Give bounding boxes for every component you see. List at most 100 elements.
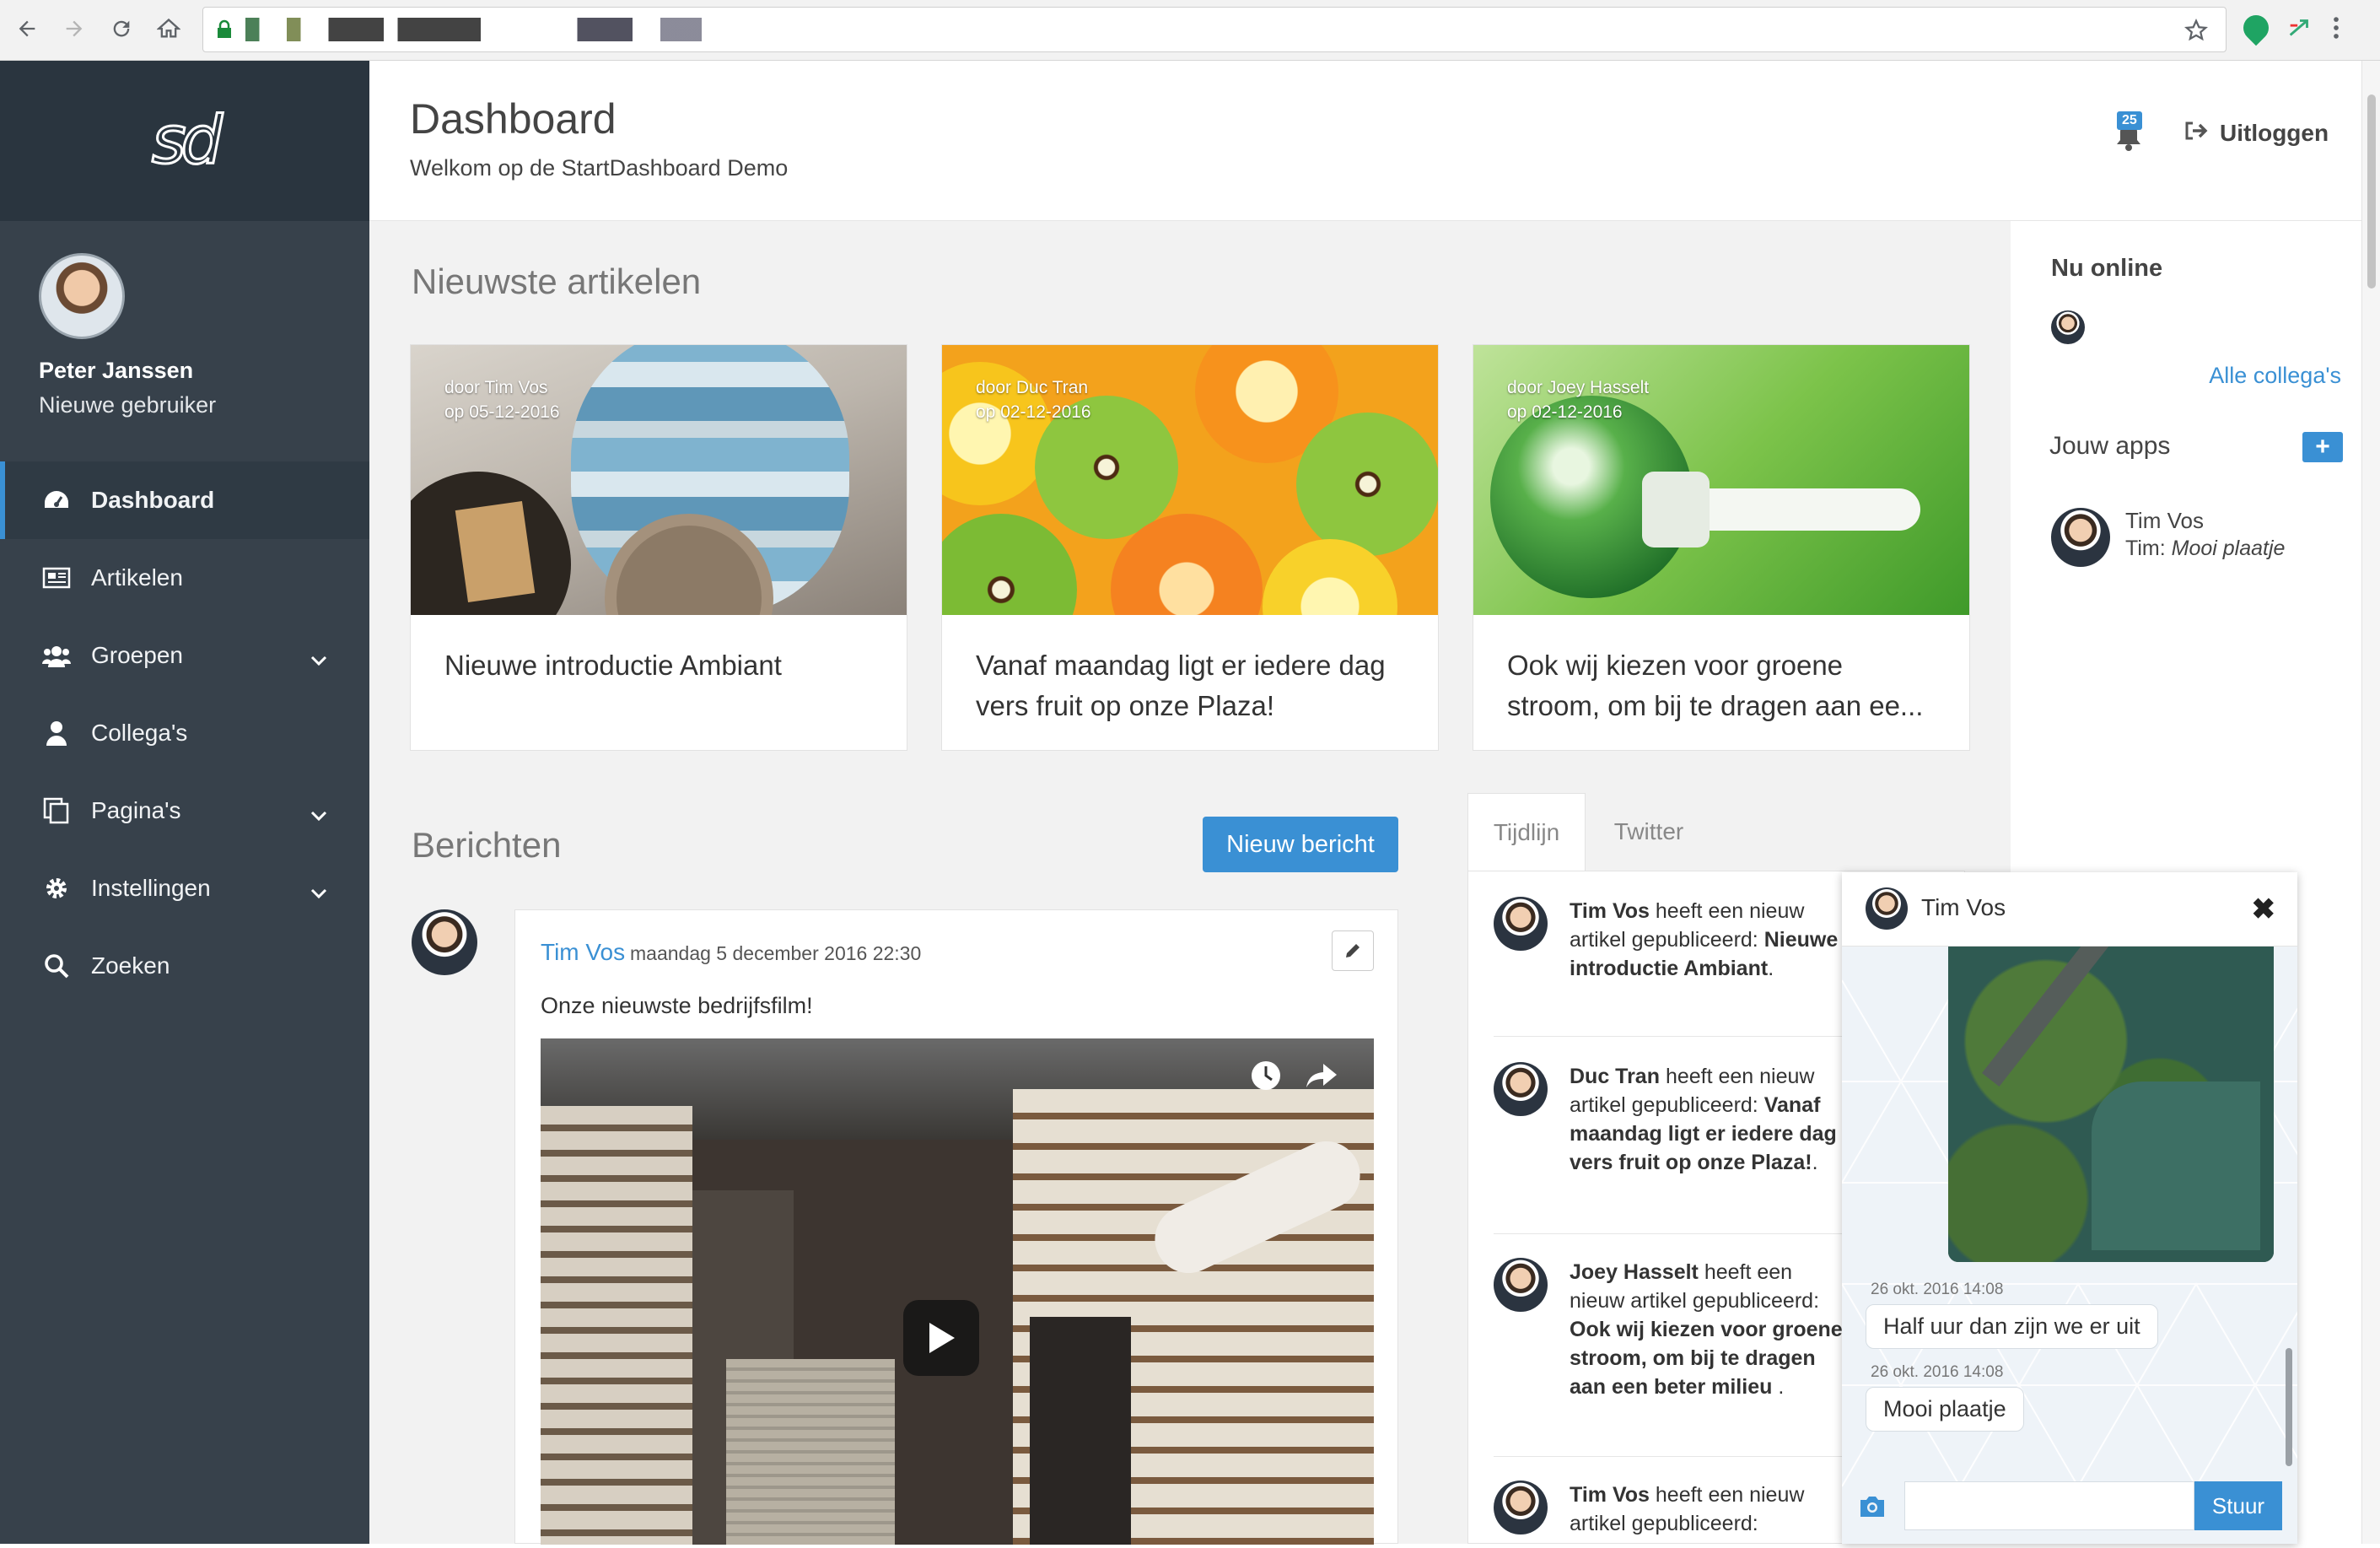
sidebar-item-artikelen[interactable]: Artikelen: [0, 539, 369, 617]
play-icon[interactable]: [903, 1300, 979, 1376]
chat-header: Tim Vos ✖: [1842, 872, 2297, 947]
article-image[interactable]: door Duc Tran op 02-12-2016: [942, 345, 1438, 615]
reload-icon[interactable]: [101, 8, 142, 49]
avatar[interactable]: [1494, 1062, 1548, 1116]
message-time: 26 okt. 2016 14:08: [1871, 1281, 2004, 1298]
sidebar-item-zoeken[interactable]: Zoeken: [0, 927, 369, 1005]
back-arrow-icon[interactable]: [7, 8, 47, 49]
article-title[interactable]: Nieuwe introductie Ambiant: [411, 615, 907, 686]
article-title[interactable]: Vanaf maandag ligt er iedere dag vers fr…: [942, 615, 1438, 726]
article-byline: door Joey Hasselt op 02-12-2016: [1507, 378, 1650, 422]
users-icon: [42, 643, 71, 668]
redacted-url: [245, 18, 937, 41]
video-player[interactable]: [541, 1038, 1374, 1545]
logo[interactable]: sd: [0, 61, 369, 221]
chat-image[interactable]: [1948, 947, 2274, 1262]
tab-twitter[interactable]: Twitter: [1586, 793, 1712, 871]
menu-dots-icon[interactable]: [2331, 13, 2341, 46]
section-title-berichten: Berichten: [412, 825, 562, 865]
star-icon[interactable]: [2183, 18, 2209, 47]
avatar[interactable]: [1494, 1481, 1548, 1535]
sidebar-item-collegas[interactable]: Collega's: [0, 694, 369, 772]
sidebar-item-paginas[interactable]: Pagina's: [0, 772, 369, 850]
new-post-button[interactable]: Nieuw bericht: [1203, 817, 1398, 872]
article-title[interactable]: Ook wij kiezen voor groene stroom, om bi…: [1473, 615, 1969, 726]
avatar[interactable]: [1494, 1258, 1548, 1312]
timeline-text: Duc Tran heeft een nieuw artikel gepubli…: [1570, 1065, 1837, 1174]
section-title-articles: Nieuwste artikelen: [412, 262, 702, 301]
article-image[interactable]: door Joey Hasselt op 02-12-2016: [1473, 345, 1969, 615]
page-title: Dashboard: [410, 95, 617, 143]
online-heading: Nu online: [2051, 255, 2163, 282]
avatar[interactable]: [39, 253, 125, 339]
browser-toolbar: [0, 0, 2380, 61]
timeline-text: Tim Vos heeft een nieuw artikel gepublic…: [1570, 1483, 1805, 1535]
chat-message: Mooi plaatje: [1866, 1387, 2024, 1432]
lock-icon: [218, 19, 231, 38]
chevron-down-icon[interactable]: [310, 645, 327, 672]
tab-tijdlijn[interactable]: Tijdlijn: [1467, 793, 1586, 871]
clock-icon[interactable]: [1249, 1059, 1283, 1097]
chat-preview-name[interactable]: Tim Vos: [2125, 508, 2204, 534]
sidebar-item-groepen[interactable]: Groepen: [0, 617, 369, 694]
article-image[interactable]: door Tim Vos op 05-12-2016: [411, 345, 907, 615]
sidebar-item-label: Artikelen: [91, 564, 183, 591]
timeline-text: Joey Hasselt heeft een nieuw artikel gep…: [1570, 1260, 1843, 1399]
user-profile[interactable]: Peter Janssen Nieuwe gebruiker: [0, 221, 369, 461]
post-author[interactable]: Tim Vos: [541, 939, 625, 966]
add-app-button[interactable]: +: [2302, 432, 2343, 462]
sidebar-item-instellingen[interactable]: Instellingen: [0, 850, 369, 927]
logout-button[interactable]: Uitloggen: [2184, 120, 2329, 147]
sidebar-item-label: Zoeken: [91, 952, 170, 979]
post-text: Onze nieuwste bedrijfsfilm!: [541, 993, 813, 1018]
chevron-down-icon[interactable]: [310, 801, 327, 828]
share-icon[interactable]: [1305, 1060, 1338, 1095]
avatar[interactable]: [2051, 508, 2110, 567]
extension-arrow-icon[interactable]: [2286, 13, 2314, 46]
newspaper-icon: [42, 565, 71, 591]
close-icon[interactable]: ✖: [2252, 893, 2276, 926]
message-time: 26 okt. 2016 14:08: [1871, 1363, 2004, 1381]
camera-icon[interactable]: [1857, 1493, 1887, 1520]
article-card[interactable]: door Tim Vos op 05-12-2016 Nieuwe introdu…: [410, 344, 907, 751]
home-icon[interactable]: [148, 8, 189, 49]
pencil-icon: [1346, 944, 1360, 957]
article-card[interactable]: door Duc Tran op 02-12-2016 Vanaf maandag…: [941, 344, 1439, 751]
apps-heading: Jouw apps: [2049, 432, 2171, 460]
forward-arrow-icon[interactable]: [54, 8, 94, 49]
article-card[interactable]: door Joey Hasselt op 02-12-2016 Ook wij k…: [1473, 344, 1970, 751]
edit-button[interactable]: [1332, 930, 1374, 971]
chat-message-input[interactable]: [1904, 1481, 2194, 1530]
notification-badge[interactable]: 25: [2117, 111, 2142, 130]
page-scrollbar[interactable]: [2361, 61, 2380, 1544]
avatar[interactable]: [412, 909, 477, 975]
avatar[interactable]: [1494, 897, 1548, 951]
logo-text: sd: [150, 102, 223, 181]
extension-icon[interactable]: [2237, 9, 2275, 46]
page-header: Dashboard Welkom op de StartDashboard De…: [369, 61, 2361, 221]
sidebar-item-label: Pagina's: [91, 797, 181, 823]
gear-icon: [42, 876, 71, 901]
chat-scrollbar[interactable]: [2286, 1348, 2292, 1466]
chat-window: Tim Vos ✖ 26 okt. 2016 14:08 Half uur da…: [1842, 872, 2297, 1544]
profile-name: Peter Janssen: [39, 358, 194, 383]
sidebar-item-dashboard[interactable]: Dashboard: [0, 461, 369, 539]
user-icon: [42, 720, 71, 746]
timeline-text: Tim Vos heeft een nieuw artikel gepublic…: [1570, 899, 1839, 980]
post-date: maandag 5 december 2016 22:30: [630, 942, 922, 964]
scrollbar-thumb[interactable]: [2367, 94, 2376, 289]
logout-label: Uitloggen: [2220, 120, 2329, 146]
send-button[interactable]: Stuur: [2194, 1481, 2282, 1530]
profile-role: Nieuwe gebruiker: [39, 392, 217, 418]
post-card: Tim Vos maandag 5 december 2016 22:30 On…: [514, 909, 1398, 1545]
avatar[interactable]: [2051, 310, 2085, 344]
sidebar-item-label: Instellingen: [91, 875, 211, 901]
main-content: Nieuwste artikelen door Tim Vos op 05-12-…: [369, 221, 2011, 1545]
chat-input-row: Stuur: [1842, 1471, 2297, 1544]
sidebar-item-label: Dashboard: [91, 487, 215, 513]
chevron-down-icon[interactable]: [310, 878, 327, 905]
all-colleagues-link[interactable]: Alle collega's: [2209, 363, 2341, 389]
avatar[interactable]: [1866, 887, 1908, 930]
address-bar[interactable]: [202, 7, 2227, 52]
article-byline: door Tim Vos op 05-12-2016: [444, 378, 560, 422]
